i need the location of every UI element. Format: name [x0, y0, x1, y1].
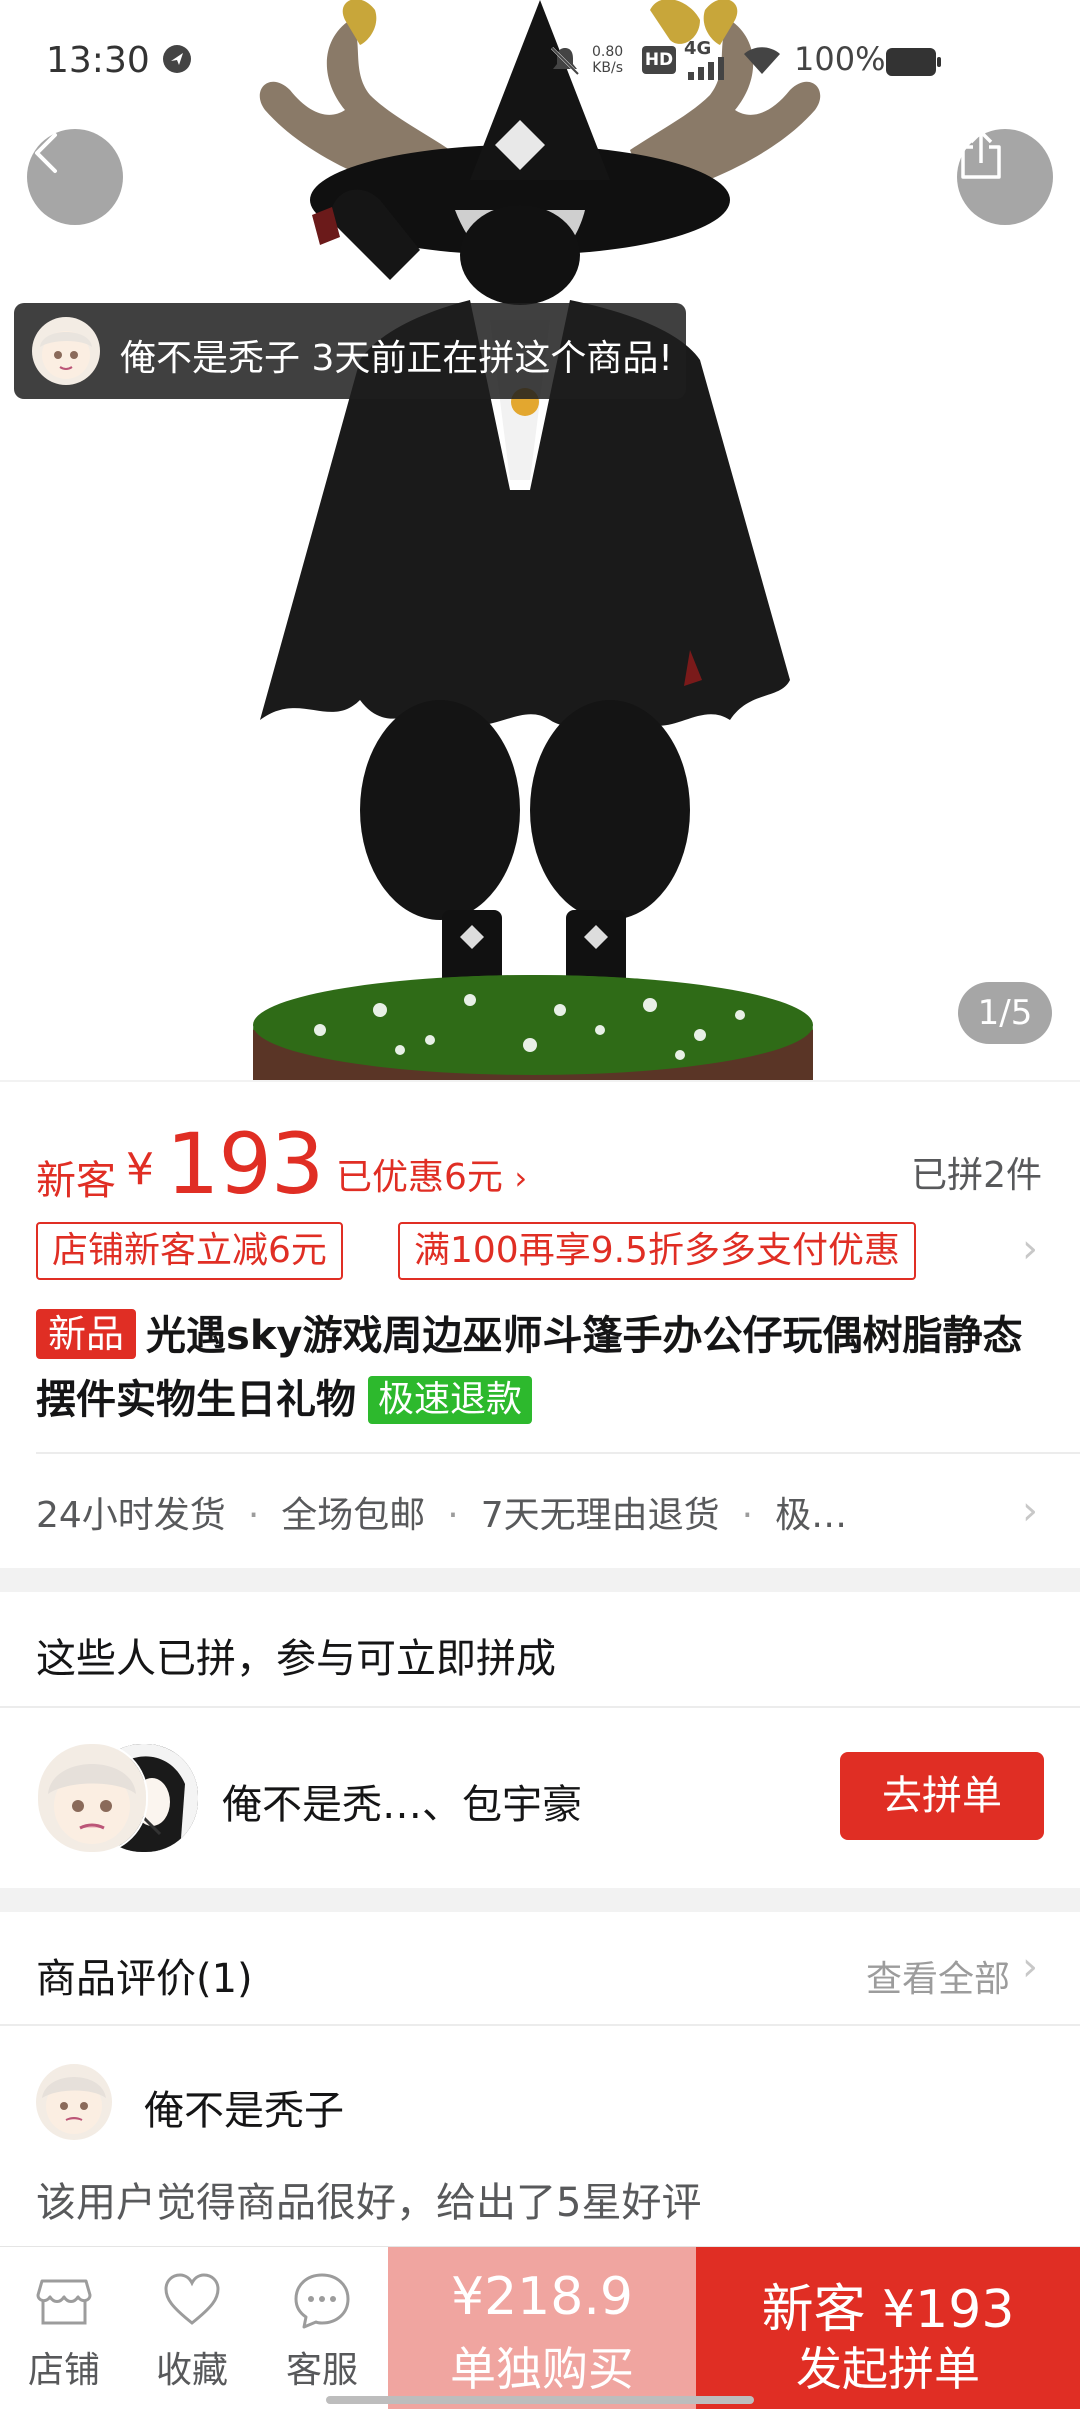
reviewer-name: 俺不是秃子 [144, 2088, 344, 2134]
avatar [36, 1742, 148, 1854]
store-icon [36, 2279, 92, 2325]
divider [36, 1452, 1080, 1454]
review-text: 该用户觉得商品很好，给出了5星好评 [36, 2180, 702, 2226]
image-pager: 1/5 [958, 982, 1052, 1044]
share-icon [961, 130, 1001, 179]
net-speed-value: 0.80 [592, 44, 624, 60]
group-label: 发起拼单 [796, 2342, 980, 2396]
chat-icon [294, 2273, 350, 2329]
join-group-button[interactable]: 去拼单 [840, 1752, 1044, 1840]
product-gallery[interactable]: 13:30 0.80 KB/s HD 4G 100% 俺不是秃子 3天前正在拼这… [0, 0, 1080, 1080]
group-price: 新客 ¥193 [761, 2280, 1015, 2340]
reviewer-avatar [36, 2064, 112, 2140]
service-promises[interactable]: 24小时发货 · 全场包邮 · 7天无理由退货 · 极… [36, 1486, 847, 1538]
hd-icon: HD [642, 46, 676, 74]
back-button[interactable] [27, 129, 123, 225]
start-group-button[interactable]: 新客 ¥193 发起拼单 [696, 2247, 1080, 2409]
product-title: 新品 光遇sky游戏周边巫师斗篷手办公仔玩偶树脂静态摆件实物生日礼物 极速退款 [36, 1304, 1046, 1432]
store-label: 店铺 [27, 2350, 100, 2391]
buy-alone-button[interactable]: ¥218.9 单独购买 [388, 2247, 696, 2409]
view-all-reviews-link[interactable]: 查看全部 [866, 1950, 1010, 2002]
bottom-action-bar: 店铺 收藏 客服 ¥218.9 单独购买 新客 ¥193 发起拼单 [0, 2246, 1080, 2409]
chevron-left-icon [35, 133, 57, 173]
recent-buyer-toast: 俺不是秃子 3天前正在拼这个商品! [14, 303, 686, 399]
group-buy-title: 这些人已拼，参与可立即拼成 [36, 1636, 556, 1682]
alone-price: ¥218.9 [451, 2267, 633, 2327]
battery-percent: 100% [794, 40, 886, 78]
service-item: 24小时发货 [36, 1495, 226, 1536]
new-customer-label: 新客 [36, 1158, 116, 1204]
chevron-right-icon: › [514, 1159, 528, 1197]
service-item: 全场包邮 [281, 1495, 426, 1536]
service-label: 客服 [285, 2350, 358, 2391]
separator-dot: · [247, 1495, 260, 1536]
net-speed-unit: KB/s [592, 60, 623, 76]
divider [0, 1080, 1080, 1082]
price-amount: 193 [166, 1115, 324, 1213]
service-item: 极… [775, 1495, 848, 1536]
group-avatars [36, 1742, 200, 1854]
service-tab[interactable]: 客服 [272, 2271, 372, 2391]
favorite-tab[interactable]: 收藏 [142, 2271, 242, 2391]
discount-text: 已优惠6元 [336, 1157, 503, 1198]
discount-link[interactable]: 已优惠6元 › [336, 1148, 527, 1200]
store-tab[interactable]: 店铺 [14, 2271, 114, 2391]
promo-tag-payment[interactable]: 满100再享9.5折多多支付优惠 [398, 1222, 916, 1280]
toast-text: 俺不是秃子 3天前正在拼这个商品! [120, 338, 673, 379]
alone-label: 单独购买 [450, 2342, 634, 2396]
favorite-label: 收藏 [155, 2350, 228, 2391]
new-product-badge: 新品 [36, 1309, 137, 1359]
view-all-chevron-icon[interactable]: › [1022, 1944, 1038, 1990]
divider [0, 2024, 1080, 2026]
status-bar: 13:30 0.80 KB/s HD 4G 100% [0, 0, 1080, 130]
currency-symbol: ¥ [126, 1144, 154, 1195]
buyer-avatar [32, 317, 100, 385]
group-member-names: 俺不是秃…、包宇豪 [222, 1782, 582, 1828]
heart-icon [164, 2273, 220, 2325]
promo-tag-store[interactable]: 店铺新客立减6元 [36, 1222, 343, 1280]
home-indicator[interactable] [326, 2396, 754, 2404]
separator-dot: · [741, 1495, 754, 1536]
service-item: 7天无理由退货 [480, 1495, 720, 1536]
sold-count: 已拼2件 [911, 1155, 1042, 1196]
services-chevron-icon[interactable]: › [1022, 1488, 1038, 1534]
reviews-title: 商品评价(1) [36, 1956, 253, 2002]
fast-refund-badge: 极速退款 [368, 1376, 533, 1424]
net-speed: 0.80 KB/s [592, 44, 623, 76]
promo-chevron-icon[interactable]: › [1022, 1226, 1038, 1272]
status-time: 13:30 [46, 40, 150, 81]
separator-dot: · [447, 1495, 459, 1536]
divider [0, 1706, 1080, 1708]
product-image [253, 0, 821, 1080]
share-button[interactable] [957, 129, 1053, 225]
